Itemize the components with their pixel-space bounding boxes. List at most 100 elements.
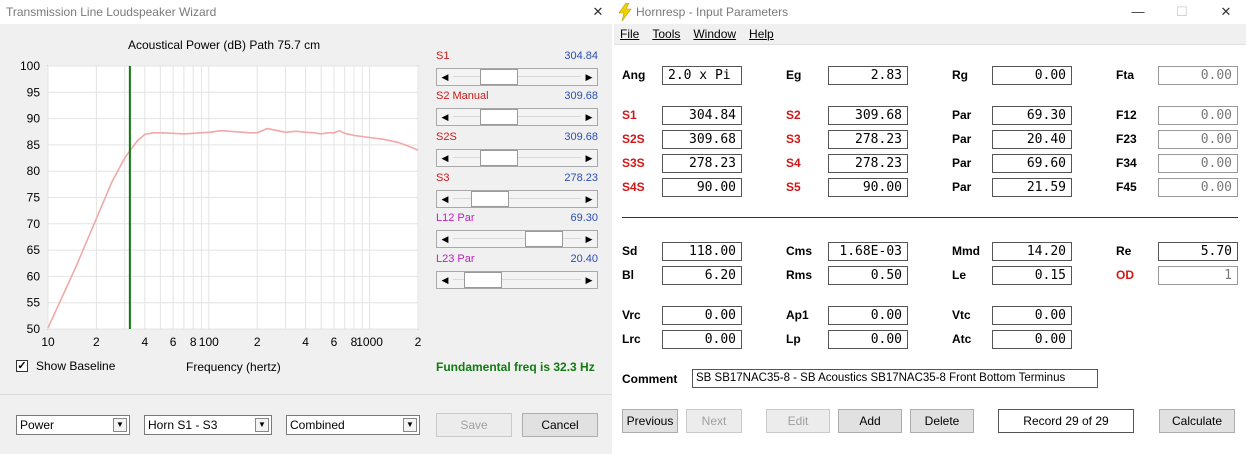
param-field-lrc[interactable]: 0.00 (662, 330, 742, 349)
arrow-right-icon[interactable]: ▶ (581, 231, 597, 247)
arrow-left-icon[interactable]: ◀ (437, 231, 453, 247)
x-tick-label: 4 (141, 335, 148, 349)
param-field-f45[interactable]: 0.00 (1158, 178, 1238, 197)
cancel-button[interactable]: Cancel (522, 413, 598, 437)
param-field-re[interactable]: 5.70 (1158, 242, 1238, 261)
segment-select[interactable]: Horn S1 - S3 ▼ (144, 415, 272, 435)
param-field-rg[interactable]: 0.00 (992, 66, 1072, 85)
slider-track[interactable]: ◀ ▶ (436, 149, 598, 167)
slider-0: S1 304.84 ◀ ▶ (436, 50, 598, 86)
param-label-fta: Fta (1116, 68, 1134, 82)
slider-track[interactable]: ◀ ▶ (436, 230, 598, 248)
arrow-right-icon[interactable]: ▶ (581, 69, 597, 85)
menu-file[interactable]: File (620, 24, 639, 44)
param-label-lp: Lp (786, 332, 801, 346)
param-field-atc[interactable]: 0.00 (992, 330, 1072, 349)
maximize-icon[interactable]: ☐ (1172, 3, 1192, 21)
mode-select[interactable]: Power ▼ (16, 415, 130, 435)
menu-window[interactable]: Window (693, 24, 736, 44)
previous-button[interactable]: Previous (622, 409, 678, 433)
param-field-s4[interactable]: 278.23 (828, 154, 908, 173)
x-tick-label: 2 (93, 335, 100, 349)
close-icon[interactable]: ✕ (1216, 3, 1236, 21)
chevron-down-icon[interactable]: ▼ (403, 418, 417, 432)
arrow-right-icon[interactable]: ▶ (581, 109, 597, 125)
param-field-f12[interactable]: 0.00 (1158, 106, 1238, 125)
comment-field[interactable]: SB SB17NAC35-8 - SB Acoustics SB17NAC35-… (692, 369, 1098, 388)
param-field-cms[interactable]: 1.68E-03 (828, 242, 908, 261)
param-field-od[interactable]: 1 (1158, 266, 1238, 285)
slider-header: S3 278.23 (436, 172, 598, 186)
slider-header: S2S 309.68 (436, 131, 598, 145)
slider-track[interactable]: ◀ ▶ (436, 190, 598, 208)
param-label-f34: F34 (1116, 156, 1137, 170)
frequency-axis-label: Frequency (hertz) (186, 360, 281, 374)
arrow-left-icon[interactable]: ◀ (437, 109, 453, 125)
show-baseline-toggle[interactable]: ✓ Show Baseline (16, 359, 115, 373)
param-field-le[interactable]: 0.15 (992, 266, 1072, 285)
chevron-down-icon[interactable]: ▼ (255, 418, 269, 432)
param-field-vtc[interactable]: 0.00 (992, 306, 1072, 325)
minimize-icon[interactable]: — (1128, 3, 1148, 21)
param-field-f34[interactable]: 0.00 (1158, 154, 1238, 173)
param-field-s4s[interactable]: 90.00 (662, 178, 742, 197)
param-field-f23[interactable]: 0.00 (1158, 130, 1238, 149)
param-label-s1: S1 (622, 108, 637, 122)
arrow-right-icon[interactable]: ▶ (581, 150, 597, 166)
param-field-par4[interactable]: 21.59 (992, 178, 1072, 197)
show-baseline-label: Show Baseline (36, 359, 116, 373)
add-button[interactable]: Add (838, 409, 902, 433)
param-field-bl[interactable]: 6.20 (662, 266, 742, 285)
arrow-right-icon[interactable]: ▶ (581, 191, 597, 207)
slider-name: S2 Manual (436, 90, 489, 102)
param-field-lp[interactable]: 0.00 (828, 330, 908, 349)
arrow-left-icon[interactable]: ◀ (437, 191, 453, 207)
param-field-s3s[interactable]: 278.23 (662, 154, 742, 173)
x-tick-label: 6 (170, 335, 177, 349)
slider-track[interactable]: ◀ ▶ (436, 271, 598, 289)
param-field-ang[interactable]: 2.0 x Pi (662, 66, 742, 85)
slider-thumb[interactable] (471, 191, 509, 207)
param-field-par3[interactable]: 69.60 (992, 154, 1072, 173)
arrow-right-icon[interactable]: ▶ (581, 272, 597, 288)
save-button[interactable]: Save (436, 413, 512, 437)
arrow-left-icon[interactable]: ◀ (437, 69, 453, 85)
param-field-mmd[interactable]: 14.20 (992, 242, 1072, 261)
input-parameters-form: Comment SB SB17NAC35-8 - SB Acoustics SB… (614, 44, 1246, 454)
param-label-eg: Eg (786, 68, 802, 82)
delete-button[interactable]: Delete (910, 409, 974, 433)
param-field-par2[interactable]: 20.40 (992, 130, 1072, 149)
param-field-sd[interactable]: 118.00 (662, 242, 742, 261)
slider-thumb[interactable] (480, 150, 518, 166)
slider-thumb[interactable] (463, 272, 502, 288)
menu-tools[interactable]: Tools (652, 24, 680, 44)
param-field-s1[interactable]: 304.84 (662, 106, 742, 125)
param-field-par1[interactable]: 69.30 (992, 106, 1072, 125)
chevron-down-icon[interactable]: ▼ (113, 418, 127, 432)
arrow-left-icon[interactable]: ◀ (437, 150, 453, 166)
param-field-s2s[interactable]: 309.68 (662, 130, 742, 149)
param-label-s3: S3 (786, 132, 801, 146)
param-field-s5[interactable]: 90.00 (828, 178, 908, 197)
view-select[interactable]: Combined ▼ (286, 415, 420, 435)
slider-thumb[interactable] (525, 231, 563, 247)
slider-thumb[interactable] (480, 109, 518, 125)
param-field-ap1[interactable]: 0.00 (828, 306, 908, 325)
arrow-left-icon[interactable]: ◀ (437, 272, 453, 288)
param-field-s3[interactable]: 278.23 (828, 130, 908, 149)
menu-help[interactable]: Help (749, 24, 774, 44)
param-field-eg[interactable]: 2.83 (828, 66, 908, 85)
close-icon[interactable]: ✕ (588, 3, 608, 21)
calculate-button[interactable]: Calculate (1159, 409, 1235, 433)
slider-thumb[interactable] (480, 69, 518, 85)
param-field-rms[interactable]: 0.50 (828, 266, 908, 285)
slider-track[interactable]: ◀ ▶ (436, 68, 598, 86)
slider-track[interactable]: ◀ ▶ (436, 108, 598, 126)
next-button[interactable]: Next (686, 409, 742, 433)
param-field-s2[interactable]: 309.68 (828, 106, 908, 125)
param-field-fta[interactable]: 0.00 (1158, 66, 1238, 85)
param-label-par3: Par (952, 156, 972, 170)
param-field-vrc[interactable]: 0.00 (662, 306, 742, 325)
edit-button[interactable]: Edit (766, 409, 830, 433)
show-baseline-checkbox[interactable]: ✓ (16, 360, 28, 372)
